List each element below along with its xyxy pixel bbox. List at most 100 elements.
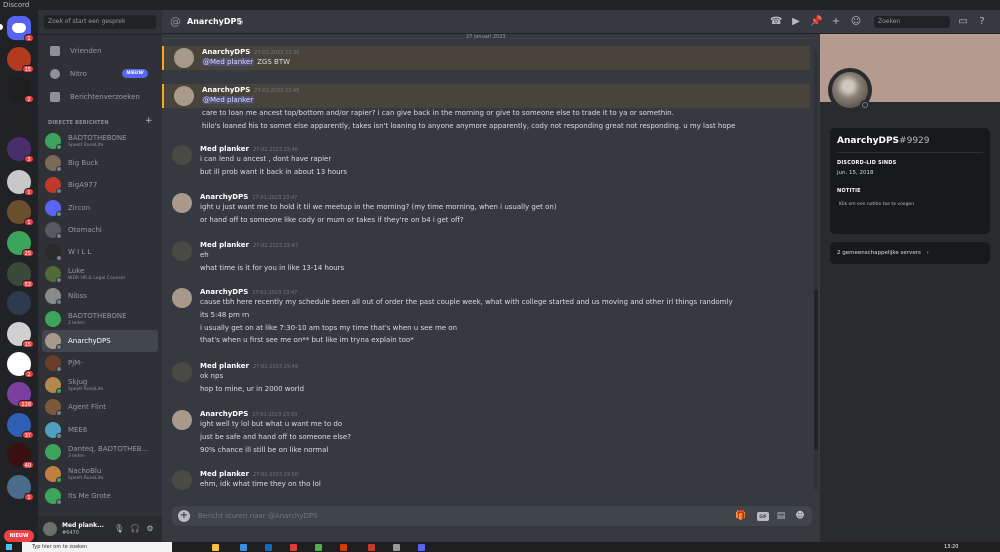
dm-item[interactable]: Danteq, BADTOTHEB... 3 leden xyxy=(42,441,158,463)
dm-item[interactable]: Agent Flint xyxy=(42,396,158,418)
user-mention[interactable]: @Med planker xyxy=(202,58,255,66)
message-avatar[interactable] xyxy=(172,193,192,213)
message-author[interactable]: Med planker 27-01-2023 23:49 xyxy=(200,362,298,370)
gif-button[interactable]: GIF xyxy=(757,512,769,521)
dm-search-input[interactable]: Zoek of start een gesprek xyxy=(44,15,156,29)
user-mention[interactable]: @Med planker xyxy=(202,96,255,104)
emoji-icon[interactable]: ☻ xyxy=(794,510,806,522)
inbox-icon[interactable]: ▭ xyxy=(957,16,969,28)
message-author[interactable]: AnarchyDPS 27-01-2023 23:47 xyxy=(200,193,297,201)
author-name[interactable]: AnarchyDPS xyxy=(200,410,248,418)
dm-item[interactable]: BADTOTHEBONE 2 leden xyxy=(42,308,158,330)
home-button[interactable]: 1 xyxy=(7,16,34,42)
author-name[interactable]: Med planker xyxy=(200,241,249,249)
app-icon[interactable] xyxy=(290,544,297,551)
create-dm-plus-icon[interactable]: + xyxy=(145,116,153,126)
server-icon[interactable]: 15 xyxy=(7,322,34,348)
voice-call-icon[interactable]: ☎ xyxy=(770,16,782,28)
author-name[interactable]: AnarchyDPS xyxy=(200,288,248,296)
server-icon[interactable]: 3 xyxy=(7,137,34,163)
microphone-icon[interactable]: 🎙 xyxy=(114,525,124,533)
dm-item[interactable]: Skjug Speelt RuneLite xyxy=(42,374,158,396)
server-icon[interactable]: 37 xyxy=(7,413,34,439)
header-search-input[interactable]: Zoeken xyxy=(874,16,950,28)
new-button[interactable]: NIEUW xyxy=(4,530,34,542)
message-author[interactable]: Med planker 27-01-2023 23:47 xyxy=(200,241,298,249)
nav-message-requests[interactable]: Berichtenverzoeken xyxy=(42,87,158,107)
server-icon[interactable]: 1 xyxy=(7,475,34,501)
server-icon[interactable]: 1 xyxy=(7,200,34,226)
message-author[interactable]: AnarchyDPS 27-01-2023 23:35 xyxy=(202,48,299,56)
gift-icon[interactable]: 🎁 xyxy=(735,510,747,522)
app-icon[interactable] xyxy=(368,544,375,551)
message-avatar[interactable] xyxy=(172,145,192,165)
dm-item[interactable]: BigA977 xyxy=(42,174,158,196)
message-author[interactable]: AnarchyDPS 27-01-2023 23:45 xyxy=(202,86,299,94)
author-name[interactable]: AnarchyDPS xyxy=(202,86,250,94)
attach-plus-icon[interactable]: + xyxy=(178,510,190,522)
app-icon[interactable] xyxy=(393,544,400,551)
author-name[interactable]: Med planker xyxy=(200,470,249,478)
message-author[interactable]: AnarchyDPS 27-01-2023 23:47 xyxy=(200,288,297,296)
add-friends-icon[interactable]: + xyxy=(830,16,842,28)
mutual-servers-button[interactable]: 2 gemeenschappelijke servers › xyxy=(830,242,990,264)
server-icon[interactable]: 2 xyxy=(7,352,34,378)
server-icon[interactable]: 15 xyxy=(7,47,34,73)
server-icon[interactable] xyxy=(7,107,31,131)
message-composer[interactable]: + Bericht sturen naar @AnarchyDPS 🎁 GIF … xyxy=(172,506,812,526)
user-avatar[interactable] xyxy=(43,522,57,536)
message-avatar[interactable] xyxy=(172,470,192,490)
video-call-icon[interactable]: ▶ xyxy=(790,16,802,28)
server-icon[interactable] xyxy=(7,291,31,315)
server-icon[interactable]: 1 xyxy=(7,170,34,196)
dm-item[interactable]: Its Me Grote xyxy=(42,485,158,507)
message-avatar[interactable] xyxy=(174,86,194,106)
nav-friends[interactable]: Vrienden xyxy=(42,41,158,61)
message-avatar[interactable] xyxy=(172,241,192,261)
dm-item[interactable]: Big Buck xyxy=(42,152,158,174)
server-icon[interactable]: 228 xyxy=(7,382,34,408)
profile-toggle-icon[interactable]: ☺ xyxy=(850,16,862,28)
dm-item[interactable]: Otomachi xyxy=(42,219,158,241)
taskbar-search-input[interactable]: Typ hier om te zoeken xyxy=(22,542,172,552)
dm-item[interactable]: Zircon xyxy=(42,197,158,219)
chrome-icon[interactable] xyxy=(315,544,322,551)
dm-item[interactable]: PjM- xyxy=(42,352,158,374)
message-avatar[interactable] xyxy=(172,288,192,308)
author-name[interactable]: AnarchyDPS xyxy=(200,193,248,201)
dm-item[interactable]: NachoBlu Speelt RuneLite xyxy=(42,463,158,485)
author-name[interactable]: Med planker xyxy=(200,145,249,153)
dm-item[interactable]: BADTOTHEBONE Speelt RuneLite xyxy=(42,130,158,152)
composer-placeholder[interactable]: Bericht sturen naar @AnarchyDPS xyxy=(198,512,318,520)
message-avatar[interactable] xyxy=(174,48,194,68)
nav-nitro[interactable]: Nitro NIEUW xyxy=(42,64,158,84)
file-explorer-icon[interactable] xyxy=(212,544,219,551)
message-avatar[interactable] xyxy=(172,410,192,430)
chat-scrollbar[interactable] xyxy=(814,50,818,490)
pin-icon[interactable]: 📌 xyxy=(810,16,822,28)
note-input[interactable]: Klik om een notitie toe te voegen xyxy=(839,202,914,207)
mail-icon[interactable] xyxy=(240,544,247,551)
server-icon[interactable]: 53 xyxy=(7,262,34,288)
headphones-icon[interactable]: 🎧 xyxy=(130,525,140,533)
message-author[interactable]: Med planker 27-01-2023 23:46 xyxy=(200,145,298,153)
message-avatar[interactable] xyxy=(172,362,192,382)
message-author[interactable]: AnarchyDPS 27-01-2023 23:50 xyxy=(200,410,297,418)
server-icon[interactable]: 25 xyxy=(7,231,34,257)
author-name[interactable]: Med planker xyxy=(200,362,249,370)
dm-item[interactable]: Nibss xyxy=(42,285,158,307)
settings-gear-icon[interactable]: ⚙ xyxy=(146,525,154,533)
dm-item[interactable]: AnarchyDPS xyxy=(42,329,158,352)
help-icon[interactable]: ? xyxy=(976,16,988,28)
server-icon[interactable]: 40 xyxy=(7,443,34,469)
discord-taskbar-icon[interactable] xyxy=(418,544,425,551)
edge-icon[interactable] xyxy=(265,544,272,551)
server-icon[interactable]: 2 xyxy=(7,77,34,103)
sticker-icon[interactable]: ▤ xyxy=(775,510,787,522)
dm-item[interactable]: MEE6 xyxy=(42,419,158,441)
app-icon[interactable] xyxy=(340,544,347,551)
dm-item[interactable]: Luke WDR HR & Legal Counsel xyxy=(42,263,158,285)
author-name[interactable]: AnarchyDPS xyxy=(202,48,250,56)
windows-start-icon[interactable] xyxy=(6,544,12,550)
message-author[interactable]: Med planker 27-01-2023 23:50 xyxy=(200,470,298,478)
